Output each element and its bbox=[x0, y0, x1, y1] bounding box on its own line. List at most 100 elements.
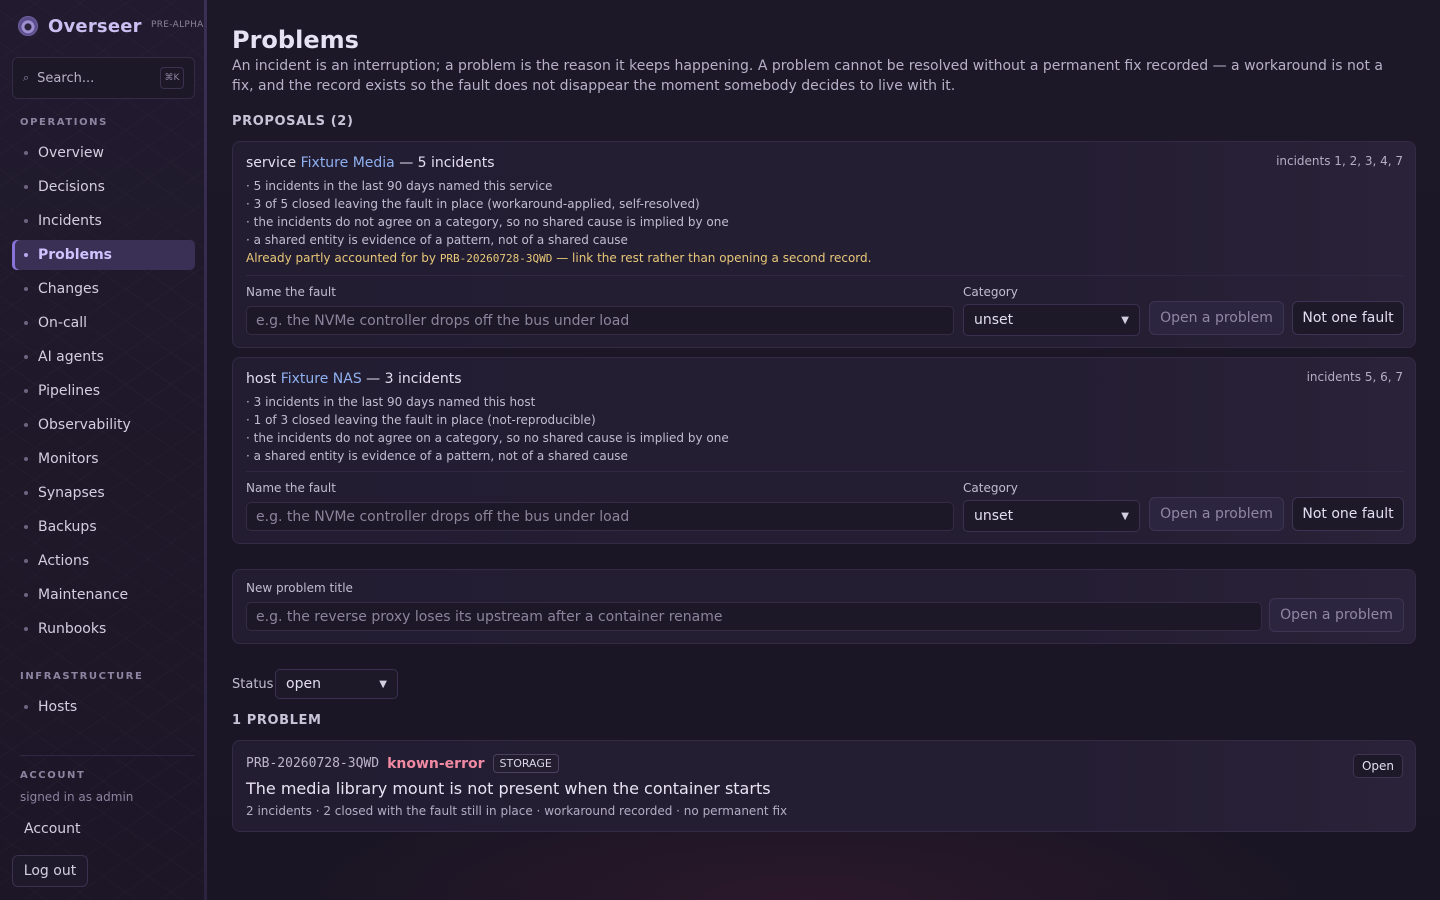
bullet-icon bbox=[24, 627, 28, 631]
sidebar-item-label: Changes bbox=[38, 281, 99, 297]
sidebar-item-label: Incidents bbox=[38, 213, 102, 229]
bullet-icon bbox=[24, 593, 28, 597]
sidebar-item-label: Monitors bbox=[38, 451, 99, 467]
sidebar-item-synapses[interactable]: Synapses bbox=[12, 478, 195, 508]
bullet-icon bbox=[24, 321, 28, 325]
proposal-title: host Fixture NAS — 3 incidents bbox=[246, 371, 462, 387]
sidebar-item-label: Synapses bbox=[38, 485, 105, 501]
proposal-kind: host bbox=[246, 371, 277, 387]
reason-item: · a shared entity is evidence of a patte… bbox=[246, 449, 628, 463]
main-content: Problems An incident is an interruption;… bbox=[208, 0, 1440, 900]
not-one-fault-button[interactable]: Not one fault bbox=[1292, 497, 1404, 531]
problem-title[interactable]: The media library mount is not present w… bbox=[246, 779, 771, 798]
proposal-title: service Fixture Media — 5 incidents bbox=[246, 155, 495, 171]
proposal-card: service Fixture Media — 5 incidents inci… bbox=[232, 141, 1416, 348]
entity-link[interactable]: Fixture Media bbox=[301, 155, 395, 171]
sidebar-item-label: On-call bbox=[38, 315, 87, 331]
incident-refs[interactable]: incidents 1, 2, 3, 4, 7 bbox=[1276, 154, 1403, 168]
sidebar-item-observability[interactable]: Observability bbox=[12, 410, 195, 440]
sidebar-item-label: Decisions bbox=[38, 179, 105, 195]
sidebar-item-label: Maintenance bbox=[38, 587, 129, 603]
not-one-fault-button[interactable]: Not one fault bbox=[1292, 301, 1404, 335]
fault-name-input[interactable]: e.g. the NVMe controller drops off the b… bbox=[246, 502, 954, 531]
category-value: unset bbox=[974, 312, 1014, 328]
sidebar-item-runbooks[interactable]: Runbooks bbox=[12, 614, 195, 644]
bullet-icon bbox=[24, 705, 28, 709]
reason-list: · 5 incidents in the last 90 days named … bbox=[246, 177, 729, 249]
sidebar-item-overview[interactable]: Overview bbox=[12, 138, 195, 168]
bullet-icon bbox=[24, 559, 28, 563]
category-label: Category bbox=[963, 481, 1018, 495]
problem-meta: 2 incidents · 2 closed with the fault st… bbox=[246, 804, 788, 818]
open-problem-button[interactable]: Open a problem bbox=[1149, 497, 1284, 531]
account-link[interactable]: Account bbox=[24, 821, 81, 837]
sidebar-item-label: Runbooks bbox=[38, 621, 107, 637]
sidebar-item-on-call[interactable]: On-call bbox=[12, 308, 195, 338]
entity-link[interactable]: Fixture NAS bbox=[281, 371, 362, 387]
sidebar: Overseer PRE-ALPHA ⌕ Search... ⌘K OPERAT… bbox=[0, 0, 207, 900]
sidebar-item-backups[interactable]: Backups bbox=[12, 512, 195, 542]
proposal-card: host Fixture NAS — 3 incidents incidents… bbox=[232, 357, 1416, 544]
divider bbox=[20, 755, 195, 756]
sidebar-item-incidents[interactable]: Incidents bbox=[12, 206, 195, 236]
problem-header: PRB-20260728-3QWD known-error STORAGE bbox=[246, 754, 559, 773]
page-description: An incident is an interruption; a proble… bbox=[232, 58, 1383, 94]
open-button[interactable]: Open bbox=[1352, 754, 1403, 778]
category-select[interactable]: unset ▼ bbox=[963, 304, 1140, 336]
sidebar-item-decisions[interactable]: Decisions bbox=[12, 172, 195, 202]
sidebar-item-hosts[interactable]: Hosts bbox=[12, 692, 195, 722]
section-label-infrastructure: INFRASTRUCTURE bbox=[20, 671, 144, 682]
brand[interactable]: Overseer bbox=[18, 14, 142, 38]
sidebar-item-problems[interactable]: Problems bbox=[12, 240, 195, 270]
open-problem-button[interactable]: Open a problem bbox=[1269, 598, 1404, 632]
bullet-icon bbox=[24, 185, 28, 189]
bullet-icon bbox=[24, 253, 28, 257]
sidebar-item-label: Pipelines bbox=[38, 383, 101, 399]
problem-card[interactable]: PRB-20260728-3QWD known-error STORAGE Th… bbox=[232, 740, 1416, 832]
sidebar-item-label: Backups bbox=[38, 519, 97, 535]
sidebar-item-maintenance[interactable]: Maintenance bbox=[12, 580, 195, 610]
category-select[interactable]: unset ▼ bbox=[963, 500, 1140, 532]
bullet-icon bbox=[24, 491, 28, 495]
open-problem-button[interactable]: Open a problem bbox=[1149, 301, 1284, 335]
sidebar-item-changes[interactable]: Changes bbox=[12, 274, 195, 304]
sidebar-item-pipelines[interactable]: Pipelines bbox=[12, 376, 195, 406]
search-input[interactable]: ⌕ Search... ⌘K bbox=[12, 57, 195, 99]
sidebar-border bbox=[204, 0, 207, 900]
new-problem-title-input[interactable]: e.g. the reverse proxy loses its upstrea… bbox=[246, 602, 1262, 631]
problems-heading: 1 PROBLEM bbox=[232, 713, 322, 728]
incident-refs[interactable]: incidents 5, 6, 7 bbox=[1307, 370, 1403, 384]
sidebar-item-ai-agents[interactable]: AI agents bbox=[12, 342, 195, 372]
name-fault-label: Name the fault bbox=[246, 285, 336, 299]
divider bbox=[246, 471, 1404, 472]
existing-record-warning: Already partly accounted for by PRB-2026… bbox=[246, 251, 871, 265]
reason-item: · the incidents do not agree on a catego… bbox=[246, 215, 729, 229]
brand-name: Overseer bbox=[48, 15, 142, 37]
bullet-icon bbox=[24, 389, 28, 393]
sidebar-item-monitors[interactable]: Monitors bbox=[12, 444, 195, 474]
section-label-account: ACCOUNT bbox=[20, 770, 86, 781]
status-filter-select[interactable]: open ▼ bbox=[275, 669, 398, 699]
bullet-icon bbox=[24, 287, 28, 291]
new-problem-card: New problem title e.g. the reverse proxy… bbox=[232, 569, 1416, 644]
divider bbox=[246, 275, 1404, 276]
status-filter-label: Status bbox=[232, 677, 274, 692]
bullet-icon bbox=[24, 423, 28, 427]
reason-item: · 5 incidents in the last 90 days named … bbox=[246, 179, 553, 193]
sidebar-item-label: Hosts bbox=[38, 699, 78, 715]
new-problem-label: New problem title bbox=[246, 581, 353, 595]
name-fault-label: Name the fault bbox=[246, 481, 336, 495]
logout-button[interactable]: Log out bbox=[12, 855, 88, 887]
fault-name-input[interactable]: e.g. the NVMe controller drops off the b… bbox=[246, 306, 954, 335]
chevron-down-icon: ▼ bbox=[379, 678, 387, 690]
reason-item: · 3 of 5 closed leaving the fault in pla… bbox=[246, 197, 700, 211]
problem-id-link[interactable]: PRB-20260728-3QWD bbox=[440, 252, 553, 265]
proposal-count: — 3 incidents bbox=[366, 371, 462, 387]
sidebar-item-label: Actions bbox=[38, 553, 90, 569]
page-title: Problems bbox=[232, 26, 359, 54]
reason-item: · 3 incidents in the last 90 days named … bbox=[246, 395, 536, 409]
sidebar-item-actions[interactable]: Actions bbox=[12, 546, 195, 576]
sidebar-item-label: Observability bbox=[38, 417, 131, 433]
category-badge: STORAGE bbox=[492, 754, 559, 773]
search-placeholder: Search... bbox=[37, 70, 95, 86]
